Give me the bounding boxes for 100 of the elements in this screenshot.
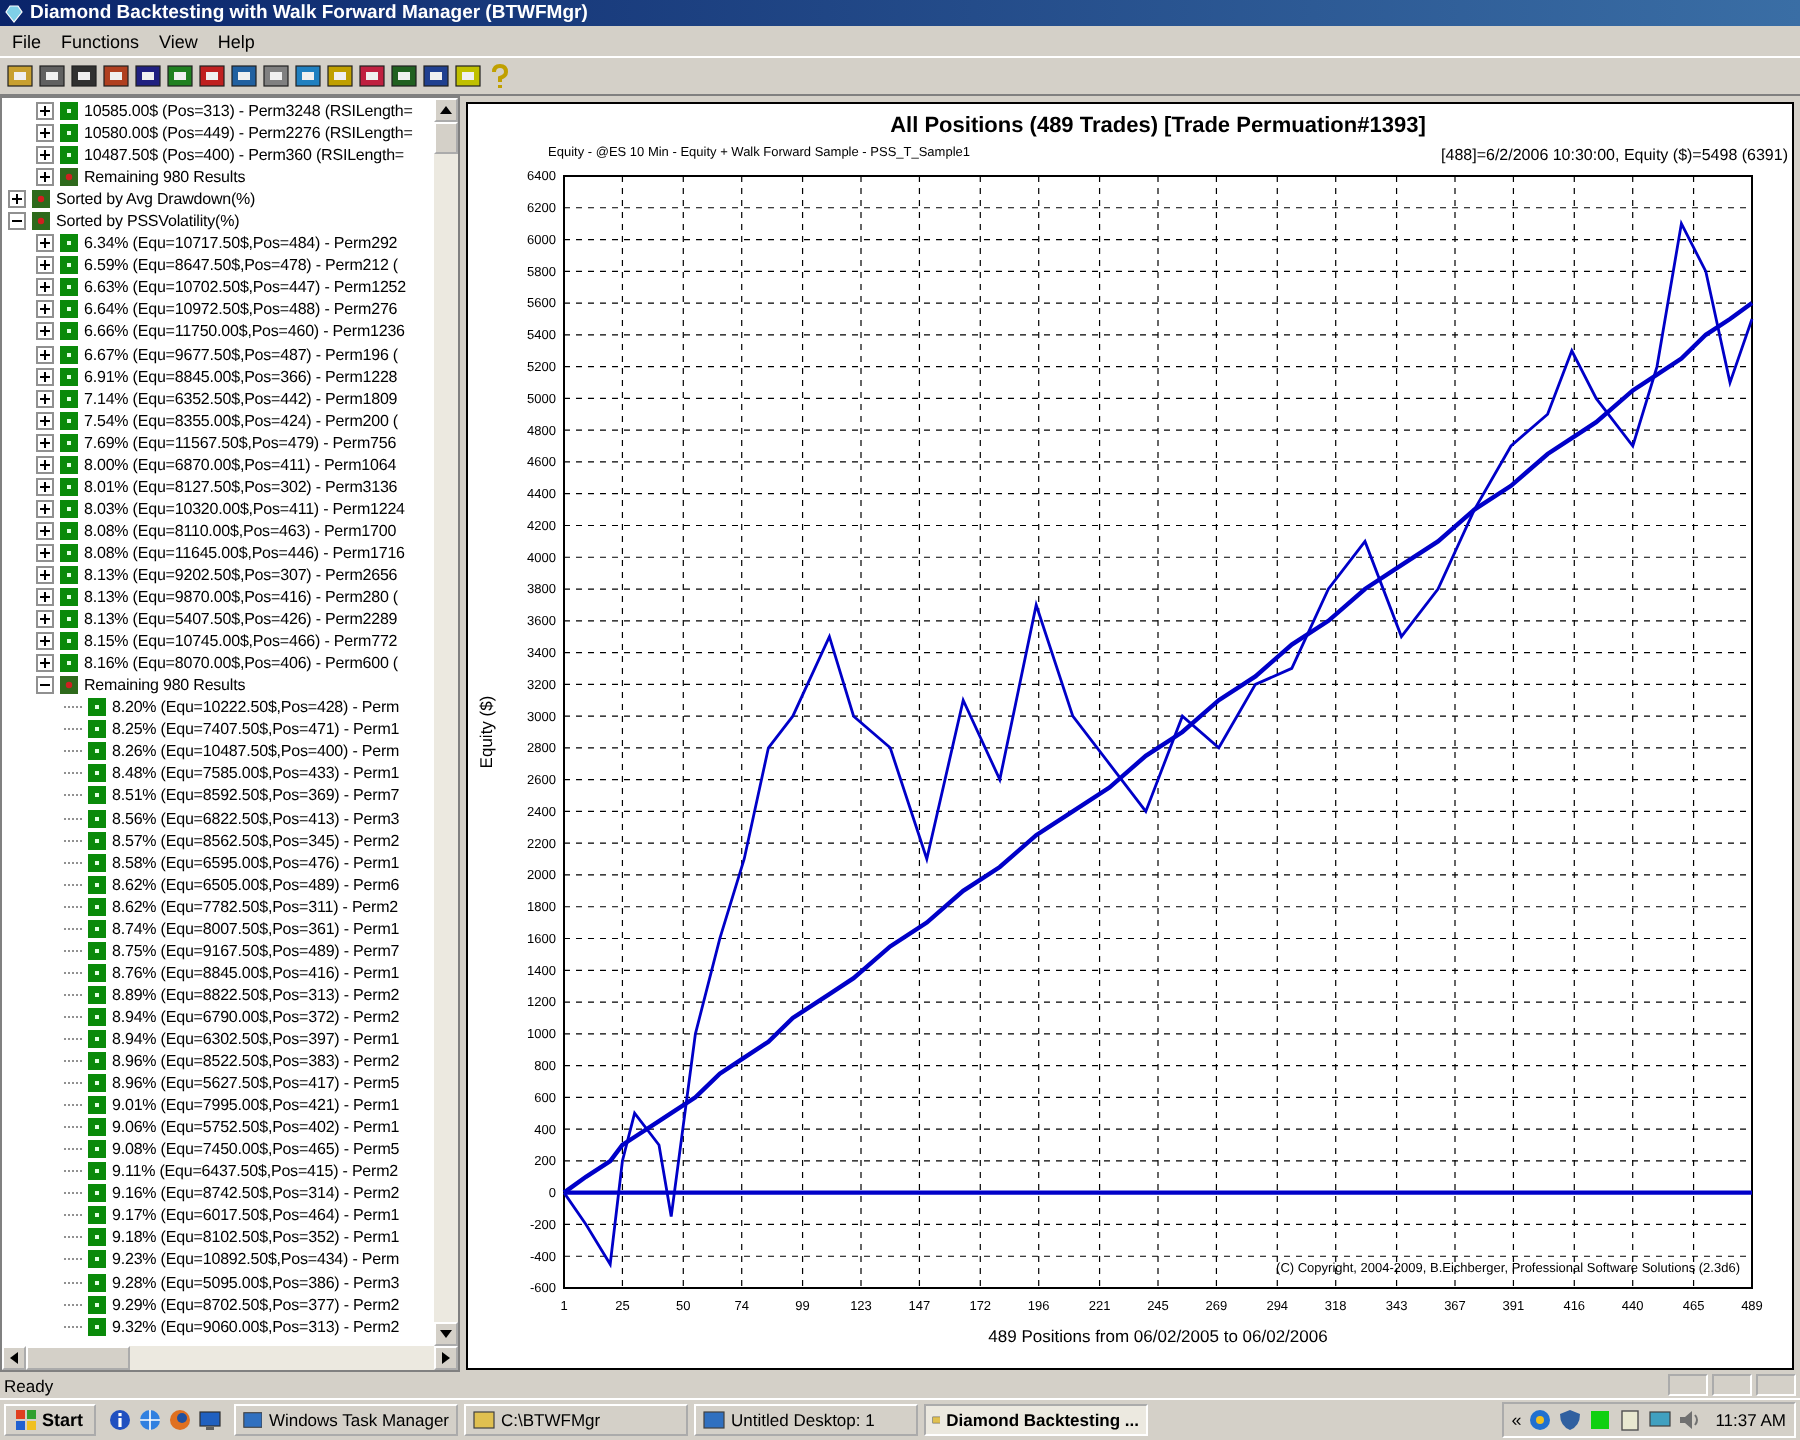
- toolbar-icon[interactable]: [70, 62, 98, 90]
- tree-item[interactable]: 8.96% (Equ=5627.50$,Pos=417) - Perm5: [112, 1074, 400, 1093]
- tree-item[interactable]: 8.62% (Equ=7782.50$,Pos=311) - Perm2: [112, 897, 399, 916]
- start-button[interactable]: Start: [4, 1404, 96, 1436]
- globe-icon[interactable]: [137, 1408, 162, 1432]
- expand-toggle[interactable]: [36, 322, 54, 341]
- tree-item[interactable]: 9.11% (Equ=6437.50$,Pos=415) - Perm2: [112, 1162, 399, 1181]
- menu-item[interactable]: View: [151, 29, 206, 53]
- tree-item[interactable]: 6.34% (Equ=10717.50$,Pos=484) - Perm292: [84, 234, 398, 253]
- expand-toggle[interactable]: [36, 146, 54, 165]
- tree-item[interactable]: 8.89% (Equ=8822.50$,Pos=313) - Perm2: [112, 985, 400, 1004]
- tree-item[interactable]: 6.66% (Equ=11750.00$,Pos=460) - Perm1236: [84, 322, 405, 341]
- tree-item[interactable]: Remaining 980 Results: [84, 168, 246, 187]
- expand-toggle[interactable]: [36, 367, 54, 386]
- tree-item[interactable]: 8.13% (Equ=9870.00$,Pos=416) - Perm280 (: [84, 588, 398, 607]
- tree-item[interactable]: 8.03% (Equ=10320.00$,Pos=411) - Perm1224: [84, 499, 405, 518]
- expand-toggle[interactable]: [36, 278, 54, 297]
- expand-toggle[interactable]: [36, 566, 54, 584]
- tree-item[interactable]: 10585.00$ (Pos=313) - Perm3248 (RSILength=: [84, 102, 413, 121]
- toolbar-icon[interactable]: [422, 62, 450, 90]
- tree-item[interactable]: 8.08% (Equ=11645.00$,Pos=446) - Perm1716: [84, 543, 405, 562]
- tree-item[interactable]: 6.59% (Equ=8647.50$,Pos=478) - Perm212 (: [84, 256, 398, 275]
- scroll-down-icon[interactable]: [434, 1322, 458, 1346]
- taskbar-button[interactable]: Diamond Backtesting ...: [923, 1404, 1148, 1436]
- tree-item[interactable]: 9.28% (Equ=5095.00$,Pos=386) - Perm3: [112, 1273, 400, 1291]
- scroll-left-icon[interactable]: [2, 1346, 26, 1370]
- scroll-thumb[interactable]: [26, 1346, 130, 1370]
- tree-item[interactable]: 8.56% (Equ=6822.50$,Pos=413) - Perm3: [112, 809, 400, 828]
- tree-item[interactable]: 8.94% (Equ=6790.00$,Pos=372) - Perm2: [112, 1007, 400, 1026]
- expand-toggle[interactable]: [36, 168, 54, 187]
- tree-item[interactable]: 8.94% (Equ=6302.50$,Pos=397) - Perm1: [112, 1029, 400, 1048]
- tree-item[interactable]: 8.51% (Equ=8592.50$,Pos=369) - Perm7: [112, 786, 400, 805]
- tree-item[interactable]: 6.64% (Equ=10972.50$,Pos=488) - Perm276: [84, 300, 398, 319]
- tree-item[interactable]: 9.08% (Equ=7450.00$,Pos=465) - Perm5: [112, 1140, 400, 1159]
- scroll-thumb[interactable]: [434, 122, 458, 154]
- toolbar-icon[interactable]: [262, 62, 290, 90]
- expand-toggle[interactable]: [8, 190, 26, 209]
- speaker-icon[interactable]: [1677, 1408, 1702, 1432]
- tree-item[interactable]: 8.13% (Equ=9202.50$,Pos=307) - Perm2656: [84, 566, 398, 584]
- tree-item[interactable]: 8.74% (Equ=8007.50$,Pos=361) - Perm1: [112, 919, 400, 938]
- tree-item[interactable]: 7.54% (Equ=8355.00$,Pos=424) - Perm200 (: [84, 411, 398, 430]
- scroll-right-icon[interactable]: [434, 1346, 458, 1370]
- toolbar-icon[interactable]: [6, 62, 34, 90]
- tree-item[interactable]: 8.15% (Equ=10745.00$,Pos=466) - Perm772: [84, 632, 398, 651]
- tree-item[interactable]: 9.29% (Equ=8702.50$,Pos=377) - Perm2: [112, 1295, 400, 1314]
- toolbar-icon[interactable]: [390, 62, 418, 90]
- taskbar-button[interactable]: C:\BTWFMgr: [463, 1404, 688, 1436]
- tree-item[interactable]: 8.20% (Equ=10222.50$,Pos=428) - Perm: [112, 698, 400, 717]
- expand-toggle[interactable]: [36, 411, 54, 430]
- vertical-scrollbar[interactable]: [434, 98, 458, 1346]
- info-icon[interactable]: [107, 1408, 132, 1432]
- expand-toggle[interactable]: [36, 256, 54, 275]
- expand-toggle[interactable]: [36, 499, 54, 518]
- tree-item[interactable]: 8.62% (Equ=6505.00$,Pos=489) - Perm6: [112, 875, 400, 894]
- tree-item[interactable]: 10580.00$ (Pos=449) - Perm2276 (RSILength=: [84, 124, 413, 143]
- expand-toggle[interactable]: [36, 124, 54, 143]
- tree-item[interactable]: 8.57% (Equ=8562.50$,Pos=345) - Perm2: [112, 831, 400, 850]
- expand-toggle[interactable]: [36, 234, 54, 253]
- monitor-icon[interactable]: [1647, 1408, 1672, 1432]
- expand-toggle[interactable]: [36, 543, 54, 562]
- tree-item[interactable]: 9.01% (Equ=7995.00$,Pos=421) - Perm1: [112, 1096, 400, 1115]
- tree-item[interactable]: 7.69% (Equ=11567.50$,Pos=479) - Perm756: [84, 433, 397, 452]
- toolbar-icon[interactable]: [38, 62, 66, 90]
- tree-item[interactable]: 9.17% (Equ=6017.50$,Pos=464) - Perm1: [112, 1206, 400, 1225]
- expand-toggle[interactable]: [36, 610, 54, 629]
- tree-item[interactable]: 8.00% (Equ=6870.00$,Pos=411) - Perm1064: [84, 455, 397, 474]
- menu-item[interactable]: Functions: [53, 29, 148, 53]
- tree-item[interactable]: 8.76% (Equ=8845.00$,Pos=416) - Perm1: [112, 963, 400, 982]
- horizontal-scrollbar[interactable]: [2, 1346, 458, 1370]
- toolbar-icon[interactable]: [198, 62, 226, 90]
- expand-toggle[interactable]: [36, 389, 54, 408]
- toolbar-icon[interactable]: [230, 62, 258, 90]
- expand-toggle[interactable]: [36, 632, 54, 651]
- tree-item[interactable]: 8.26% (Equ=10487.50$,Pos=400) - Perm: [112, 742, 400, 761]
- expand-toggle[interactable]: [36, 676, 54, 695]
- tree-item[interactable]: 8.08% (Equ=8110.00$,Pos=463) - Perm1700: [84, 521, 397, 540]
- scroll-up-icon[interactable]: [434, 98, 458, 122]
- tree-item[interactable]: 8.16% (Equ=8070.00$,Pos=406) - Perm600 (: [84, 654, 398, 673]
- tree-item[interactable]: 6.91% (Equ=8845.00$,Pos=366) - Perm1228: [84, 367, 398, 386]
- expand-toggle[interactable]: [36, 477, 54, 496]
- tree-item[interactable]: 9.32% (Equ=9060.00$,Pos=313) - Perm2: [112, 1317, 400, 1336]
- tree-item[interactable]: 9.18% (Equ=8102.50$,Pos=352) - Perm1: [112, 1228, 400, 1247]
- tree-item[interactable]: Sorted by Avg Drawdown(%): [56, 190, 256, 209]
- toolbar-icon[interactable]: [294, 62, 322, 90]
- shield-icon[interactable]: [1557, 1408, 1582, 1432]
- toolbar-icon[interactable]: [358, 62, 386, 90]
- tree-item[interactable]: 8.75% (Equ=9167.50$,Pos=489) - Perm7: [112, 941, 400, 960]
- tree-item[interactable]: 8.58% (Equ=6595.00$,Pos=476) - Perm1: [112, 853, 400, 872]
- tree-item[interactable]: 8.13% (Equ=5407.50$,Pos=426) - Perm2289: [84, 610, 398, 629]
- expand-toggle[interactable]: [36, 455, 54, 474]
- toolbar-icon[interactable]: [166, 62, 194, 90]
- tree-item[interactable]: 7.14% (Equ=6352.50$,Pos=442) - Perm1809: [84, 389, 398, 408]
- expand-toggle[interactable]: [36, 345, 54, 364]
- tree-item[interactable]: 6.67% (Equ=9677.50$,Pos=487) - Perm196 (: [84, 345, 398, 364]
- tree-item[interactable]: Remaining 980 Results: [84, 676, 246, 695]
- toolbar-icon[interactable]: [102, 62, 130, 90]
- expand-toggle[interactable]: [36, 588, 54, 607]
- tree-item[interactable]: 8.01% (Equ=8127.50$,Pos=302) - Perm3136: [84, 477, 398, 496]
- expand-toggle[interactable]: [36, 102, 54, 121]
- tree-item[interactable]: 10487.50$ (Pos=400) - Perm360 (RSILength=: [84, 146, 405, 165]
